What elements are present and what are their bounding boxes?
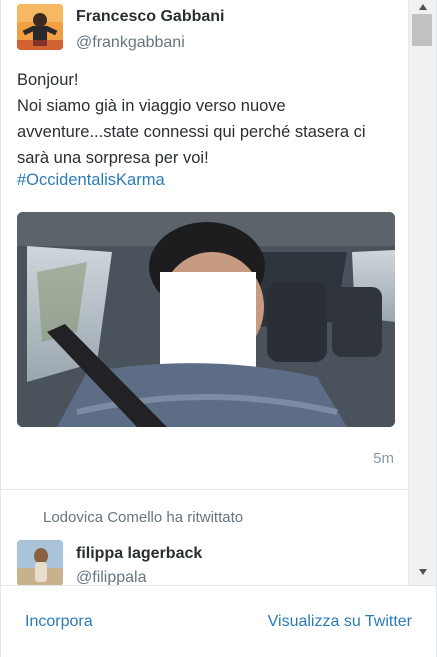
tweet-text: Bonjour! Noi siamo già in viaggio verso …: [17, 71, 366, 167]
tweet-timestamp[interactable]: 5m: [373, 450, 394, 467]
retweet-context[interactable]: Lodovica Comello ha ritwittato: [43, 509, 243, 526]
tweet-video-thumbnail[interactable]: [17, 212, 395, 427]
author-handle[interactable]: @frankgabbani: [76, 34, 185, 52]
author-avatar[interactable]: [17, 4, 63, 50]
retweet-author-handle[interactable]: @filippala: [76, 569, 147, 585]
author-name[interactable]: Francesco Gabbani: [76, 8, 225, 26]
scroll-up-arrow-icon[interactable]: [409, 0, 437, 12]
scroll-down-arrow-icon[interactable]: [409, 565, 437, 579]
retweet-author-name[interactable]: filippa lagerback: [76, 545, 202, 563]
twitter-timeline-widget: Francesco Gabbani @frankgabbani Bonjour!…: [0, 0, 437, 657]
vertical-scrollbar[interactable]: [408, 0, 436, 585]
tweet-divider: [1, 489, 408, 490]
embed-link[interactable]: Incorpora: [25, 613, 93, 631]
widget-footer: Incorpora Visualizza su Twitter: [1, 585, 436, 657]
scrollbar-thumb[interactable]: [412, 14, 432, 46]
view-on-twitter-link[interactable]: Visualizza su Twitter: [268, 613, 412, 631]
timeline-feed[interactable]: Francesco Gabbani @frankgabbani Bonjour!…: [1, 0, 408, 585]
hashtag-link[interactable]: #OccidentalisKarma: [17, 171, 165, 190]
retweet-author-avatar[interactable]: [17, 540, 63, 585]
